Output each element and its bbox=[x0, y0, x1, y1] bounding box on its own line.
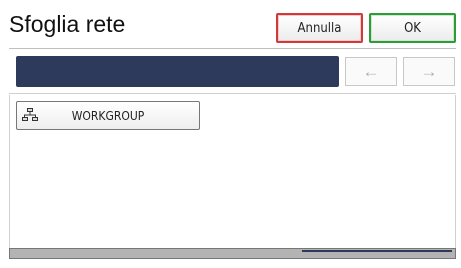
page-title: Sfoglia rete bbox=[9, 11, 126, 37]
cancel-button[interactable]: Annulla bbox=[276, 13, 363, 43]
ok-button-label: OK bbox=[404, 20, 421, 36]
list-divider bbox=[9, 93, 456, 94]
list-item-label: WORKGROUP bbox=[71, 109, 145, 123]
cancel-button-label: Annulla bbox=[297, 20, 342, 36]
forward-button[interactable]: → bbox=[403, 57, 455, 86]
horizontal-scrollbar[interactable] bbox=[9, 248, 456, 259]
path-bar bbox=[16, 56, 339, 87]
arrow-left-icon: ← bbox=[362, 61, 380, 81]
arrow-right-icon: → bbox=[420, 61, 438, 81]
header-divider bbox=[9, 48, 456, 49]
browse-network-screen: Sfoglia rete Annulla OK ← → WORKGROUP bbox=[0, 0, 461, 268]
ok-button[interactable]: OK bbox=[369, 13, 456, 43]
list-item-workgroup[interactable]: WORKGROUP bbox=[16, 101, 200, 130]
back-button[interactable]: ← bbox=[345, 57, 397, 86]
scrollbar-thumb[interactable] bbox=[302, 250, 452, 252]
